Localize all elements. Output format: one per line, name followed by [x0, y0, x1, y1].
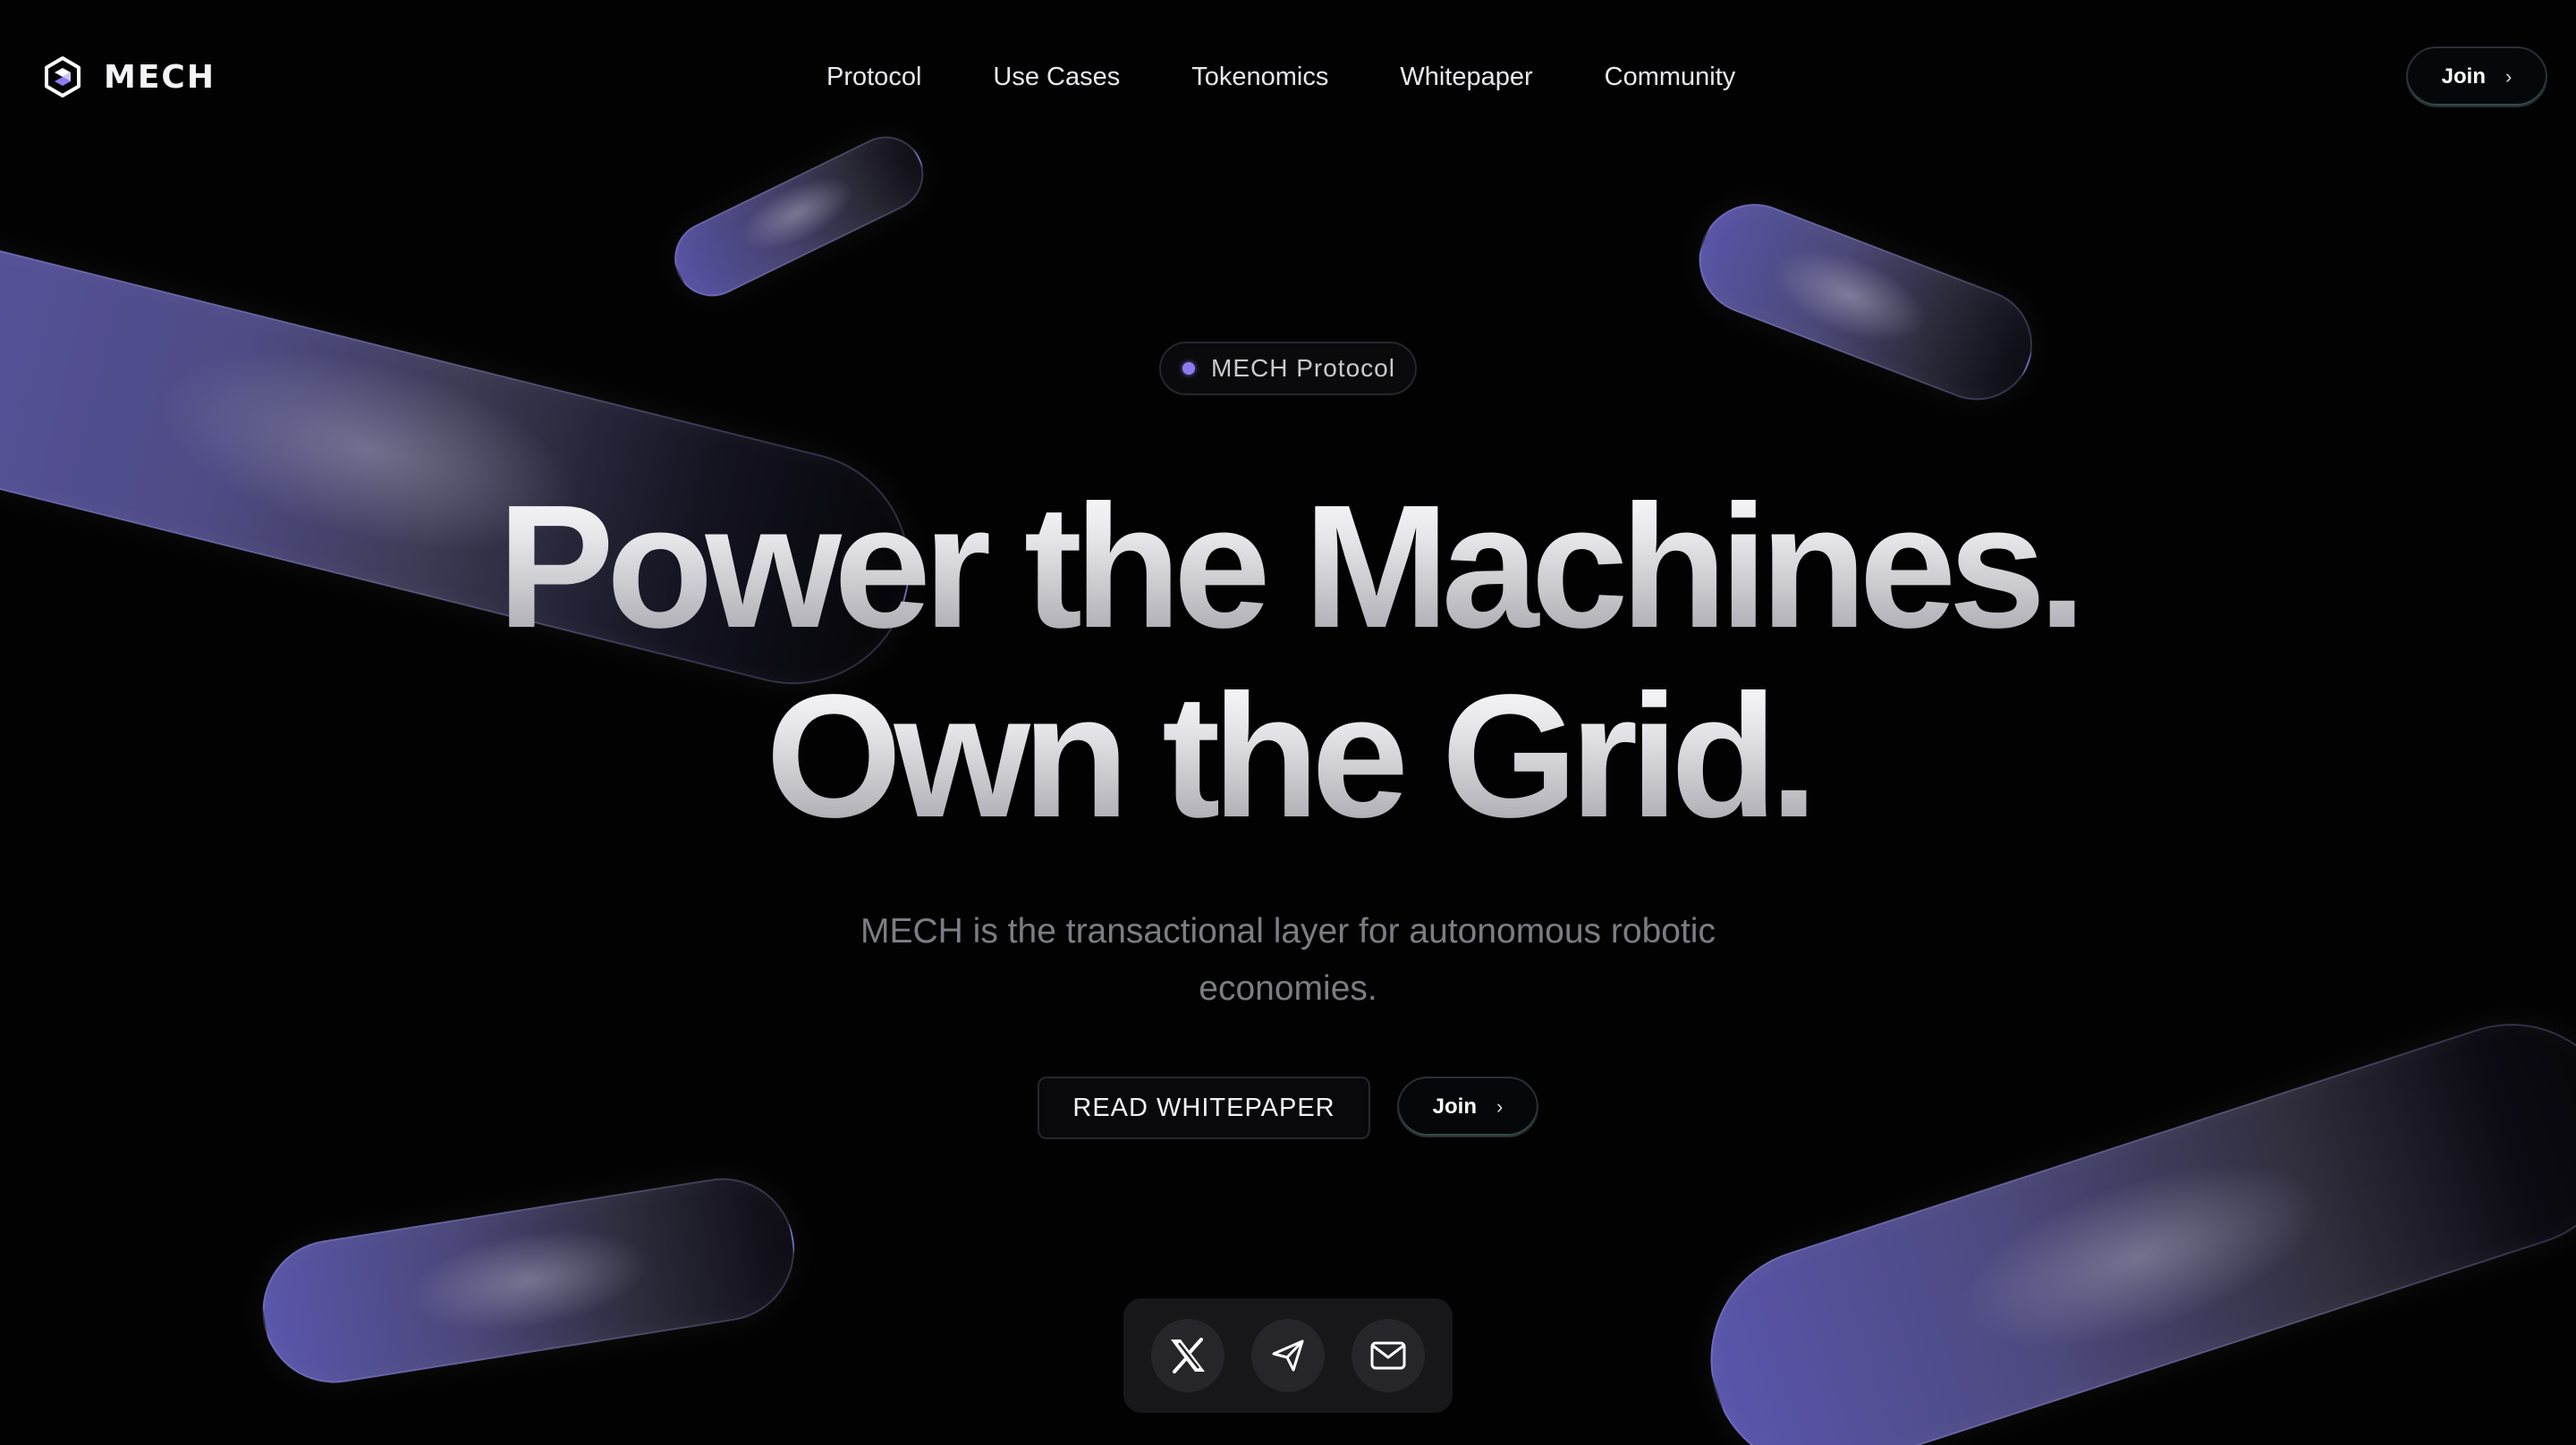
nav-join-button[interactable]: Join ›	[2406, 46, 2547, 107]
telegram-icon	[1272, 1339, 1304, 1372]
top-navigation: MECH Protocol Use Cases Tokenomics White…	[0, 0, 2576, 154]
nav-join-label: Join	[2441, 64, 2486, 89]
x-twitter-link[interactable]	[1151, 1319, 1224, 1392]
telegram-link[interactable]	[1251, 1319, 1325, 1392]
mech-hexagon-logo-icon	[45, 56, 80, 97]
hero-join-button[interactable]: Join ›	[1397, 1077, 1538, 1137]
read-whitepaper-label: READ WHITEPAPER	[1072, 1093, 1335, 1122]
nav-link-whitepaper[interactable]: Whitepaper	[1400, 57, 1532, 97]
email-link[interactable]	[1352, 1319, 1425, 1392]
nav-link-protocol[interactable]: Protocol	[826, 57, 921, 97]
chevron-right-icon: ›	[1496, 1095, 1504, 1118]
mail-icon	[1370, 1341, 1406, 1370]
brand-logo-link[interactable]: MECH	[41, 55, 216, 98]
decorative-pill-bottom-right	[1682, 994, 2576, 1445]
social-links-bar	[1123, 1298, 1453, 1413]
headline-line-2: Own the Grid.	[0, 662, 2576, 851]
hero-cta-row: READ WHITEPAPER Join ›	[0, 1077, 2576, 1139]
nav-link-community[interactable]: Community	[1605, 57, 1736, 97]
chevron-right-icon: ›	[2505, 65, 2512, 88]
read-whitepaper-button[interactable]: READ WHITEPAPER	[1038, 1077, 1370, 1139]
x-twitter-icon	[1171, 1338, 1205, 1373]
nav-link-tokenomics[interactable]: Tokenomics	[1191, 57, 1328, 97]
status-dot-icon	[1182, 362, 1195, 375]
protocol-badge: MECH Protocol	[1159, 342, 1417, 395]
hero-subtitle: MECH is the transactional layer for auto…	[860, 912, 1716, 1008]
hero-headline: Power the Machines. Own the Grid.	[0, 472, 2576, 851]
hero-join-label: Join	[1432, 1094, 1477, 1119]
brand-name: MECH	[104, 58, 216, 96]
headline-line-1: Power the Machines.	[0, 472, 2576, 662]
landing-page: MECH Protocol Use Cases Tokenomics White…	[0, 0, 2576, 1445]
badge-label: MECH Protocol	[1211, 354, 1395, 382]
nav-link-use-cases[interactable]: Use Cases	[993, 57, 1120, 97]
decorative-pill-top-right	[1682, 188, 2049, 417]
nav-links: Protocol Use Cases Tokenomics Whitepaper…	[826, 57, 1735, 97]
decorative-pill-bottom-left	[252, 1168, 805, 1394]
